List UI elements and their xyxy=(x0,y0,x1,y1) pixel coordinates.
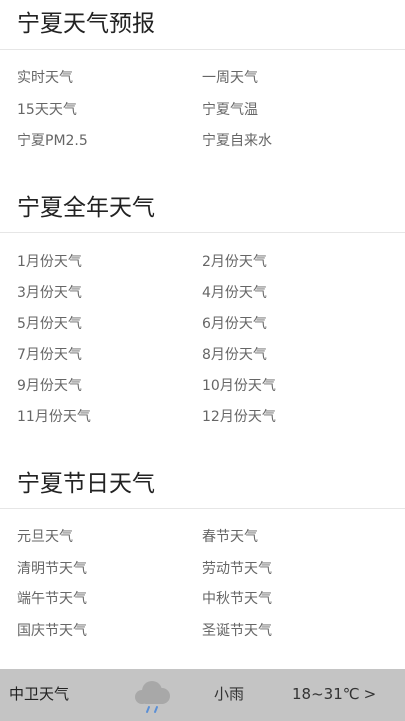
holiday-title: 宁夏节日天气 xyxy=(17,471,155,497)
bottom-temperature-group[interactable]: 18~31℃ > xyxy=(292,684,376,704)
divider xyxy=(0,508,405,509)
link-realtime-weather[interactable]: 实时天气 xyxy=(17,69,73,87)
link-dragon-boat[interactable]: 端午节天气 xyxy=(17,590,87,608)
link-month-11[interactable]: 11月份天气 xyxy=(17,408,91,426)
link-15day-weather[interactable]: 15天天气 xyxy=(17,101,77,119)
yearly-title: 宁夏全年天气 xyxy=(17,195,155,221)
page: 宁夏天气预报 实时天气 一周天气 15天天气 宁夏气温 宁夏PM2.5 宁夏自来… xyxy=(0,0,405,721)
bottom-condition: 小雨 xyxy=(214,685,245,703)
link-week-weather[interactable]: 一周天气 xyxy=(202,69,258,87)
link-month-10[interactable]: 10月份天气 xyxy=(202,377,276,395)
link-month-12[interactable]: 12月份天气 xyxy=(202,408,276,426)
link-mid-autumn[interactable]: 中秋节天气 xyxy=(202,590,272,608)
link-spring-festival[interactable]: 春节天气 xyxy=(202,528,258,546)
divider xyxy=(0,49,405,50)
link-month-3[interactable]: 3月份天气 xyxy=(17,284,82,302)
link-pm25[interactable]: 宁夏PM2.5 xyxy=(17,132,88,150)
bottom-city-label[interactable]: 中卫天气 xyxy=(9,684,69,704)
link-month-5[interactable]: 5月份天气 xyxy=(17,315,82,333)
link-christmas[interactable]: 圣诞节天气 xyxy=(202,622,272,640)
chevron-right-icon: > xyxy=(363,685,377,703)
divider xyxy=(0,232,405,233)
holiday-section: 宁夏节日天气 元旦天气 春节天气 清明节天气 劳动节天气 端午节天气 中秋节天气… xyxy=(0,469,405,659)
link-month-8[interactable]: 8月份天气 xyxy=(202,346,267,364)
yearly-section: 宁夏全年天气 1月份天气 2月份天气 3月份天气 4月份天气 5月份天气 6月份… xyxy=(0,193,405,443)
link-month-1[interactable]: 1月份天气 xyxy=(17,253,82,271)
bottom-temperature: 18~31℃ xyxy=(292,685,360,703)
rain-cloud-icon xyxy=(135,681,170,713)
link-month-4[interactable]: 4月份天气 xyxy=(202,284,267,302)
forecast-section: 宁夏天气预报 实时天气 一周天气 15天天气 宁夏气温 宁夏PM2.5 宁夏自来… xyxy=(0,9,405,169)
link-temperature[interactable]: 宁夏气温 xyxy=(202,101,258,119)
link-new-year[interactable]: 元旦天气 xyxy=(17,528,73,546)
link-national-day[interactable]: 国庆节天气 xyxy=(17,622,87,640)
link-tap-water[interactable]: 宁夏自来水 xyxy=(202,132,272,150)
link-month-6[interactable]: 6月份天气 xyxy=(202,315,267,333)
link-month-7[interactable]: 7月份天气 xyxy=(17,346,82,364)
link-qingming[interactable]: 清明节天气 xyxy=(17,560,87,578)
link-month-2[interactable]: 2月份天气 xyxy=(202,253,267,271)
forecast-title: 宁夏天气预报 xyxy=(17,11,155,37)
link-month-9[interactable]: 9月份天气 xyxy=(17,377,82,395)
bottom-weather-bar[interactable]: 中卫天气 小雨 18~31℃ > xyxy=(0,669,405,721)
link-labor-day[interactable]: 劳动节天气 xyxy=(202,560,272,578)
